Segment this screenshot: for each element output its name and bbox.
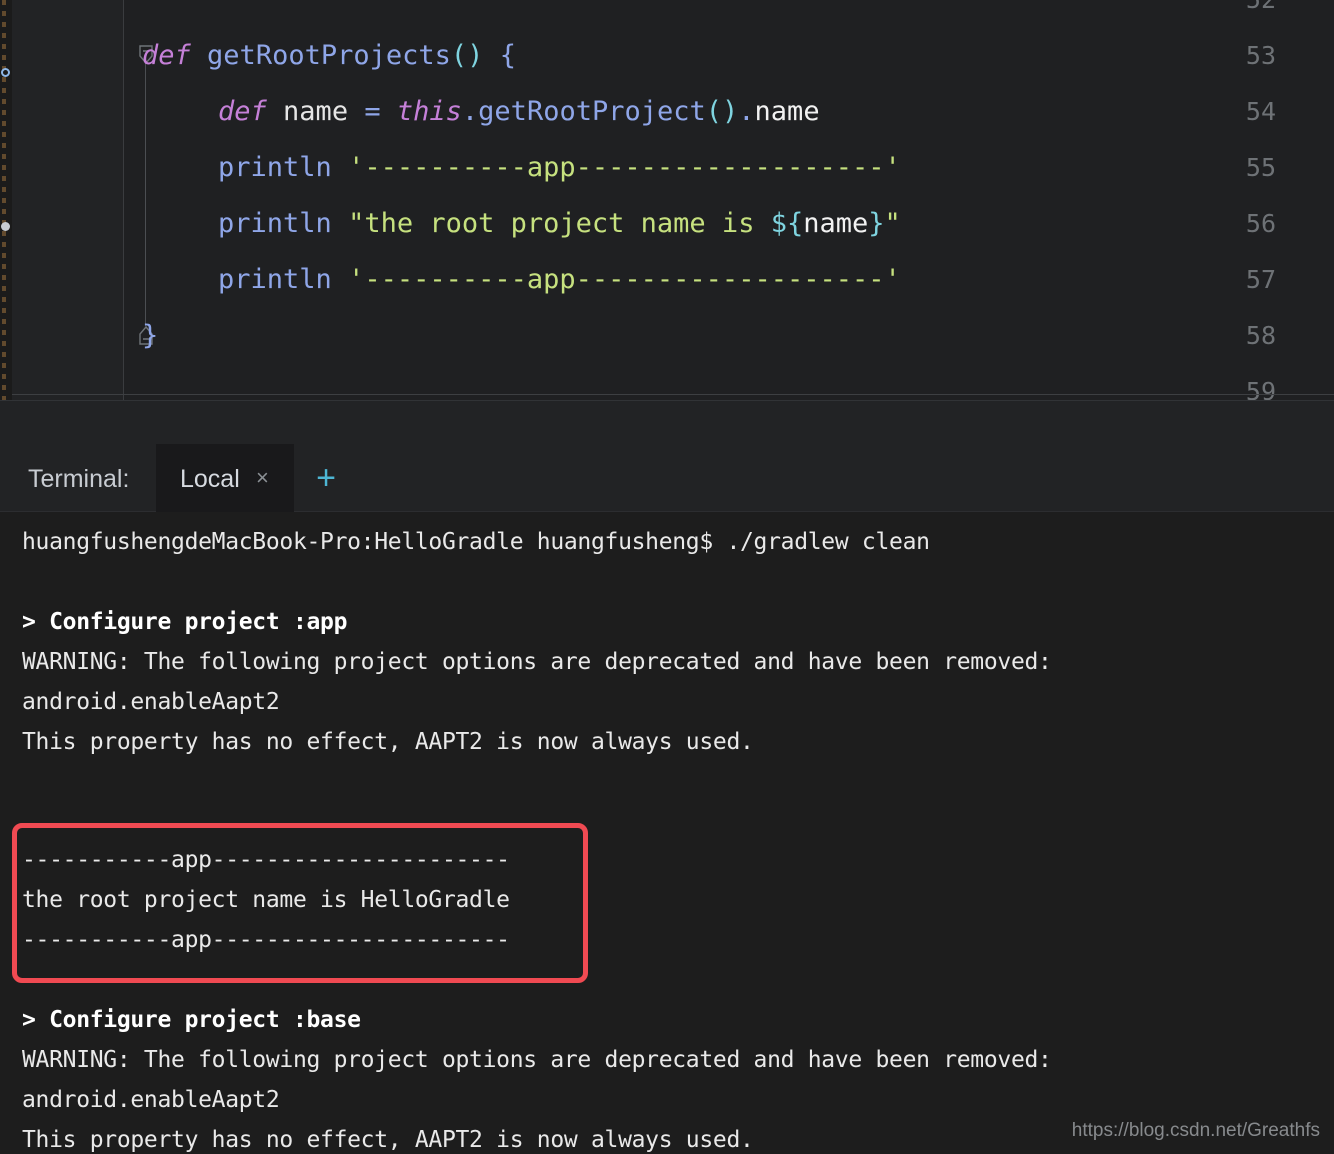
code-line-56[interactable]: println "the root project name is ${name… [218,208,901,240]
line-number: 58 [1245,321,1276,350]
token-dot: . [738,96,755,127]
caret-marker-icon [1,222,10,231]
token-println: println [218,208,332,239]
token-dot: . [461,96,479,127]
token-println: println [218,264,332,295]
editor-bottom-divider [12,394,1334,395]
terminal-tab-local[interactable]: Local × [156,444,294,512]
line-number: 55 [1245,153,1276,182]
fold-region-line [145,60,146,326]
watermark-text: https://blog.csdn.net/Greathfs [1071,1120,1320,1141]
token-string-suffix: " [884,208,901,239]
terminal-line-warning-app: WARNING: The following project options a… [22,649,1052,675]
editor-gutter[interactable] [12,0,124,400]
terminal-tab-label: Local [180,465,240,493]
terminal-line-warning-base: WARNING: The following project options a… [22,1047,1052,1073]
code-editor[interactable]: 52 53 54 55 56 57 58 59 def getRootProje… [12,0,1334,406]
ide-window: 🔍 52 53 54 55 56 57 58 59 [0,0,1334,1154]
token-function-name: getRootProjects [207,40,451,71]
terminal-line-option-app: android.enableAapt2 [22,689,280,715]
add-tab-icon[interactable]: + [310,461,342,495]
token-var-name: name [283,96,349,127]
token-interp-open: ${ [770,208,804,239]
terminal-line-effect-base: This property has no effect, AAPT2 is no… [22,1127,754,1153]
breakpoint-icon[interactable] [1,68,10,77]
code-line-55[interactable]: println '----------app------------------… [218,152,901,184]
panel-splitter[interactable] [0,400,1334,444]
code-line-58[interactable]: } [142,320,158,352]
terminal-line-root-project-name: the root project name is HelloGradle [22,887,510,913]
token-open-paren: ( [705,96,723,127]
token-close-paren: ) [722,96,739,127]
token-close-brace: } [142,320,159,351]
token-open-paren: ( [450,40,468,71]
terminal-tabbar: Terminal: Local × + [0,444,1334,512]
token-assign: = [364,96,381,127]
token-method-getrootproject: getRootProject [478,96,706,127]
token-keyword-def: def [218,96,267,127]
terminal-output[interactable]: huangfushengdeMacBook-Pro:HelloGradle hu… [0,512,1334,1154]
token-open-brace: { [499,40,516,71]
line-number: 56 [1245,209,1276,238]
terminal-panel-title: Terminal: [28,465,130,493]
line-number: 53 [1245,41,1276,70]
terminal-line-divider-bottom: -----------app---------------------- [22,927,510,953]
token-close-paren: ) [467,40,484,71]
token-field-name: name [754,96,820,127]
terminal-line-configure-base: > Configure project :base [22,1007,361,1033]
token-keyword-def: def [142,40,191,71]
terminal-line-prompt: huangfushengdeMacBook-Pro:HelloGradle hu… [22,529,930,555]
code-line-57[interactable]: println '----------app------------------… [218,264,901,296]
code-line-53[interactable]: def getRootProjects() { [142,40,516,72]
line-number: 57 [1245,265,1276,294]
line-number: 54 [1245,97,1276,126]
close-icon[interactable]: × [256,466,269,490]
token-string-divider: '----------app-------------------' [348,264,901,295]
code-line-54[interactable]: def name = this.getRootProject().name [218,96,820,128]
token-interp-var: name [803,208,869,239]
terminal-line-divider-top: -----------app---------------------- [22,847,510,873]
token-string-prefix: "the root project name is [348,208,771,239]
line-number: 52 [1216,0,1276,14]
token-keyword-this: this [396,96,462,127]
token-println: println [218,152,332,183]
terminal-line-option-base: android.enableAapt2 [22,1087,280,1113]
terminal-line-configure-app: > Configure project :app [22,609,348,635]
token-string-divider: '----------app-------------------' [348,152,901,183]
token-interp-close: } [868,208,885,239]
terminal-line-effect-app: This property has no effect, AAPT2 is no… [22,729,754,755]
